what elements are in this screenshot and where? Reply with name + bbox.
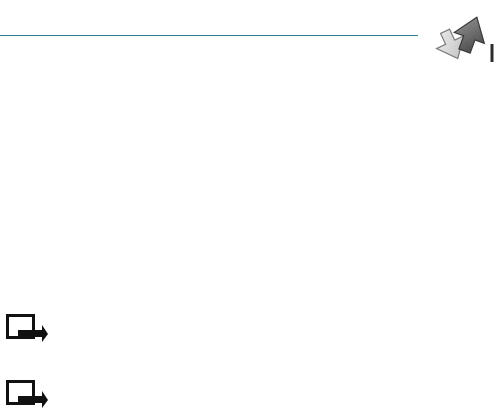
network-transfer-arrows-icon <box>435 16 494 62</box>
header-rule <box>0 35 418 36</box>
note-icon <box>6 314 48 342</box>
note-icon <box>6 380 48 408</box>
